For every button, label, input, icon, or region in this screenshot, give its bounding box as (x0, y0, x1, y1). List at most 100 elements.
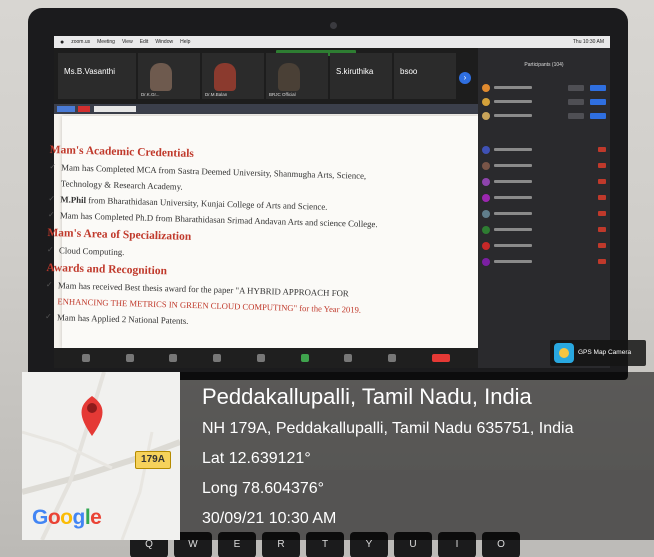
location-datetime: 30/09/21 10:30 AM (202, 510, 337, 527)
menubar-item[interactable]: Edit (140, 39, 149, 45)
participant-name-bar (494, 86, 532, 89)
mac-menubar: ● zoom.us Meeting View Edit Window Help … (54, 36, 610, 48)
next-page-icon[interactable]: › (459, 72, 471, 84)
participant-name: BRJC Official (269, 92, 296, 97)
avatar (482, 111, 490, 120)
photo: ● zoom.us Meeting View Edit Window Help … (0, 0, 654, 557)
security-icon[interactable] (169, 354, 178, 362)
live-indicator (78, 106, 90, 112)
participant-video (278, 63, 300, 91)
webcam (330, 22, 337, 29)
participant-video (150, 63, 172, 91)
zoom-toolbar (54, 348, 478, 368)
avatar (482, 161, 490, 170)
record-icon[interactable] (344, 354, 353, 362)
avatar (482, 257, 490, 266)
participant-row[interactable] (482, 96, 606, 107)
participant-name-bar (494, 180, 532, 183)
participant-row[interactable] (482, 224, 606, 235)
participant-name-bar (494, 100, 532, 103)
participant-video (214, 63, 236, 91)
unmute-icon[interactable] (81, 354, 90, 362)
muted-mic-icon (598, 195, 606, 200)
share-screen-icon[interactable] (300, 354, 309, 362)
admit-button[interactable] (590, 98, 606, 105)
participant-row[interactable] (482, 208, 606, 219)
video-tile[interactable]: S.kiruthika (330, 53, 392, 99)
participant-row[interactable] (482, 160, 606, 171)
video-icon[interactable] (125, 354, 134, 362)
badge-label: GPS Map Camera (578, 349, 632, 356)
chat-icon[interactable] (256, 354, 265, 362)
remove-button[interactable] (568, 112, 584, 119)
remove-button[interactable] (568, 98, 584, 105)
muted-mic-icon (598, 163, 606, 168)
menubar-item[interactable]: zoom.us (71, 39, 90, 45)
muted-mic-icon (598, 259, 606, 264)
video-tile[interactable]: Dr.K.Gr... (138, 53, 200, 99)
video-tile[interactable]: bsoo (394, 53, 456, 99)
participant-name: bsoo (400, 67, 418, 76)
menubar-item[interactable]: View (122, 39, 133, 45)
share-toolbar (54, 104, 478, 114)
participant-row[interactable] (482, 256, 606, 267)
avatar (482, 225, 490, 234)
avatar (482, 177, 490, 186)
participant-name: S.kiruthika (336, 67, 374, 76)
participant-name-bar (494, 196, 532, 199)
reactions-icon[interactable] (388, 354, 397, 362)
video-tile[interactable]: Dr.M.Balan (202, 53, 264, 99)
muted-mic-icon (598, 179, 606, 184)
participant-row[interactable] (482, 110, 606, 121)
apple-icon: ● (60, 38, 65, 46)
browser-tab[interactable] (94, 106, 136, 112)
slide-content: Mam's Academic Credentials Mam has Compl… (45, 140, 480, 337)
avatar (482, 209, 490, 218)
muted-mic-icon (598, 147, 606, 152)
menubar-item[interactable]: Window (155, 39, 173, 45)
video-tile[interactable]: Ms.B.Vasanthi (58, 53, 136, 99)
video-tile[interactable]: BRJC Official (266, 53, 328, 99)
share-indicator (57, 106, 75, 112)
muted-mic-icon (598, 211, 606, 216)
leave-button[interactable] (432, 354, 450, 362)
participant-name: Ms.B.Vasanthi (64, 67, 115, 76)
participant-name-bar (494, 228, 532, 231)
participant-name-bar (494, 244, 532, 247)
muted-mic-icon (598, 227, 606, 232)
participants-panel: Participants (104) (478, 48, 610, 368)
participant-row[interactable] (482, 240, 606, 251)
participant-row[interactable] (482, 176, 606, 187)
remove-button[interactable] (568, 84, 584, 91)
google-logo: Google (32, 506, 102, 529)
menubar-item[interactable]: Help (180, 39, 190, 45)
gps-map-camera-badge: GPS Map Camera (550, 340, 646, 366)
avatar (482, 83, 490, 92)
participant-name-bar (494, 114, 532, 117)
route-shield: 179A (135, 451, 171, 469)
participant-name: Dr.M.Balan (205, 92, 228, 97)
participants-title: Participants (104) (524, 62, 564, 68)
avatar (482, 97, 490, 106)
participant-name-bar (494, 164, 532, 167)
admit-button[interactable] (590, 84, 606, 91)
admit-button[interactable] (590, 112, 606, 119)
participant-name: Dr.K.Gr... (141, 92, 160, 97)
avatar (482, 241, 490, 250)
avatar (482, 145, 490, 154)
location-title: Peddakallupalli, Tamil Nadu, India (202, 384, 532, 409)
participant-row[interactable] (482, 82, 606, 93)
participant-name-bar (494, 212, 532, 215)
participants-icon[interactable] (213, 354, 222, 362)
menubar-clock: Thu 10:30 AM (572, 39, 604, 45)
gps-camera-logo-icon (554, 343, 574, 363)
participant-row[interactable] (482, 192, 606, 203)
location-latitude: Lat 12.639121° (202, 450, 311, 467)
location-address: NH 179A, Peddakallupalli, Tamil Nadu 635… (202, 420, 574, 437)
menubar-item[interactable]: Meeting (97, 39, 115, 45)
participant-name-bar (494, 260, 532, 263)
participant-name-bar (494, 148, 532, 151)
participant-row[interactable] (482, 144, 606, 155)
video-gallery: Ms.B.Vasanthi Dr.K.Gr... Dr.M.Balan BRJC… (54, 48, 478, 104)
muted-mic-icon (598, 243, 606, 248)
